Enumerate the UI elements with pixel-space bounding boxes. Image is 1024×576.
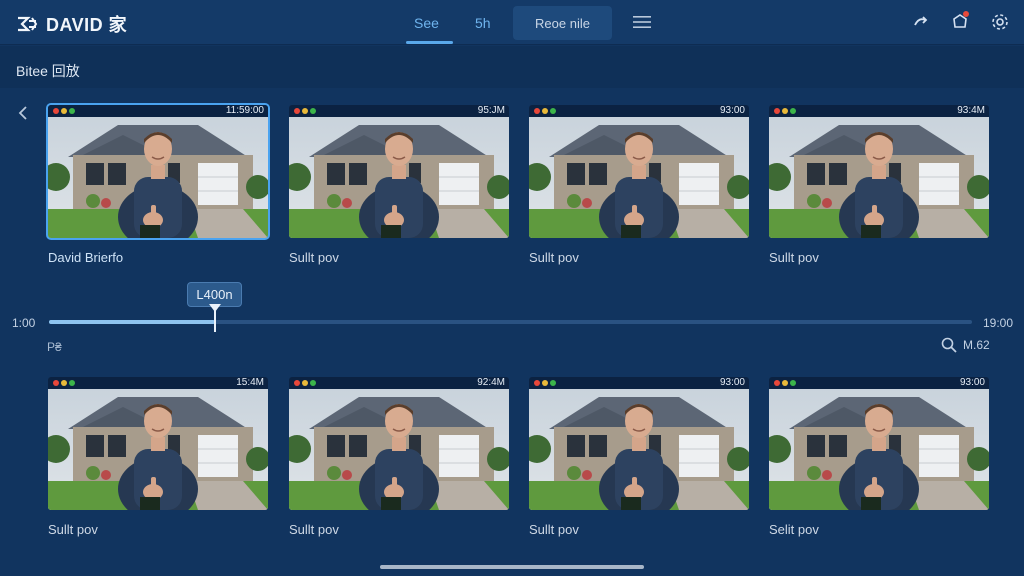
back-arrow-icon[interactable] bbox=[16, 105, 32, 121]
recording-thumbnail[interactable]: 93:00 bbox=[769, 377, 989, 510]
tab-boxed[interactable]: Reoe nile bbox=[513, 6, 612, 40]
thumbnail-time: 11:59:00 bbox=[225, 105, 264, 116]
thumbnail-status-bar: 93:00 bbox=[529, 105, 749, 117]
sub-header: Bitee 回放 bbox=[0, 46, 1024, 88]
timeline-track[interactable] bbox=[49, 320, 972, 324]
thumbnail-caption: Sullt pov bbox=[529, 250, 579, 265]
red-dot-icon bbox=[534, 380, 540, 386]
tab-see[interactable]: See bbox=[414, 15, 439, 31]
timeline-start-time: 1:00 bbox=[12, 316, 36, 330]
thumbnail-caption: Sullt pov bbox=[769, 250, 819, 265]
camera-snapshot bbox=[529, 117, 749, 238]
recording-thumbnail[interactable]: 92:4M bbox=[289, 377, 509, 510]
camera-snapshot bbox=[529, 389, 749, 510]
thumbnail-time: 15:4M bbox=[236, 377, 264, 388]
green-dot-icon bbox=[310, 380, 316, 386]
green-dot-icon bbox=[790, 108, 796, 114]
thumbnail-time: 93:00 bbox=[719, 105, 745, 116]
notification-badge bbox=[963, 11, 969, 17]
thumbnail-status-bar: 93:00 bbox=[529, 377, 749, 389]
red-dot-icon bbox=[294, 108, 300, 114]
brand[interactable]: DAVID 家 bbox=[16, 11, 127, 37]
recording-thumbnail[interactable]: 93:4M bbox=[769, 105, 989, 238]
red-dot-icon bbox=[53, 108, 59, 114]
thumbnail-status-bar: 95:JM bbox=[289, 105, 509, 117]
camera-snapshot bbox=[48, 117, 268, 238]
zoom-level: M.62 bbox=[963, 338, 990, 352]
timeline-handle[interactable] bbox=[208, 304, 222, 332]
green-dot-icon bbox=[550, 108, 556, 114]
thumbnail-time: 93:00 bbox=[719, 377, 745, 388]
search-icon bbox=[941, 337, 957, 353]
yellow-dot-icon bbox=[782, 108, 788, 114]
recording-thumbnail[interactable]: 15:4M bbox=[48, 377, 268, 510]
green-dot-icon bbox=[69, 108, 75, 114]
yellow-dot-icon bbox=[542, 108, 548, 114]
recording-thumbnail[interactable]: 95:JM bbox=[289, 105, 509, 238]
yellow-dot-icon bbox=[61, 108, 67, 114]
red-dot-icon bbox=[774, 380, 780, 386]
camera-snapshot bbox=[289, 117, 509, 238]
camera-snapshot bbox=[769, 389, 989, 510]
timeline-left-label: P₴ bbox=[47, 340, 62, 354]
red-dot-icon bbox=[53, 380, 59, 386]
app-title: DAVID 家 bbox=[46, 15, 128, 35]
green-dot-icon bbox=[69, 380, 75, 386]
active-tab-indicator bbox=[406, 41, 453, 44]
thumbnail-time: 95:JM bbox=[477, 105, 505, 116]
menu-icon[interactable] bbox=[633, 14, 651, 30]
thumbnail-caption: Sullt pov bbox=[289, 250, 339, 265]
thumbnail-caption: David Brierfo bbox=[48, 250, 124, 265]
settings-icon[interactable] bbox=[990, 12, 1010, 32]
thumbnail-caption: Sullt pov bbox=[289, 522, 339, 537]
yellow-dot-icon bbox=[302, 380, 308, 386]
logo-icon bbox=[18, 16, 38, 32]
share-icon[interactable] bbox=[911, 12, 931, 32]
page-title: Bitee 回放 bbox=[16, 63, 80, 79]
thumbnail-time: 93:4M bbox=[957, 105, 985, 116]
camera-snapshot bbox=[769, 117, 989, 238]
thumbnail-caption: Sullt pov bbox=[48, 522, 98, 537]
thumbnail-status-bar: 15:4M bbox=[48, 377, 268, 389]
recording-thumbnail[interactable]: 11:59:00 bbox=[46, 103, 270, 240]
thumbnail-status-bar: 93:00 bbox=[769, 377, 989, 389]
camera-snapshot bbox=[48, 389, 268, 510]
thumbnail-time: 92:4M bbox=[477, 377, 505, 388]
recording-thumbnail[interactable]: 93:00 bbox=[529, 377, 749, 510]
timeline-end-time: 19:00 bbox=[983, 316, 1014, 330]
green-dot-icon bbox=[310, 108, 316, 114]
thumbnail-status-bar: 93:4M bbox=[769, 105, 989, 117]
home-indicator[interactable] bbox=[380, 565, 644, 569]
recording-thumbnail[interactable]: 93:00 bbox=[529, 105, 749, 238]
yellow-dot-icon bbox=[302, 108, 308, 114]
yellow-dot-icon bbox=[61, 380, 67, 386]
thumbnail-time: 93:00 bbox=[959, 377, 985, 388]
yellow-dot-icon bbox=[542, 380, 548, 386]
timeline-progress bbox=[49, 320, 216, 324]
yellow-dot-icon bbox=[782, 380, 788, 386]
thumbnail-caption: Sullt pov bbox=[529, 522, 579, 537]
red-dot-icon bbox=[294, 380, 300, 386]
green-dot-icon bbox=[550, 380, 556, 386]
zoom-control[interactable]: M.62 bbox=[941, 337, 990, 353]
thumbnail-caption: Selit pov bbox=[769, 522, 819, 537]
thumbnail-status-bar: 92:4M bbox=[289, 377, 509, 389]
red-dot-icon bbox=[534, 108, 540, 114]
red-dot-icon bbox=[774, 108, 780, 114]
green-dot-icon bbox=[790, 380, 796, 386]
top-bar: DAVID 家 See 5h Reoe nile bbox=[0, 0, 1024, 45]
tab-5h[interactable]: 5h bbox=[475, 15, 491, 31]
camera-snapshot bbox=[289, 389, 509, 510]
thumbnail-status-bar: 11:59:00 bbox=[48, 105, 268, 117]
